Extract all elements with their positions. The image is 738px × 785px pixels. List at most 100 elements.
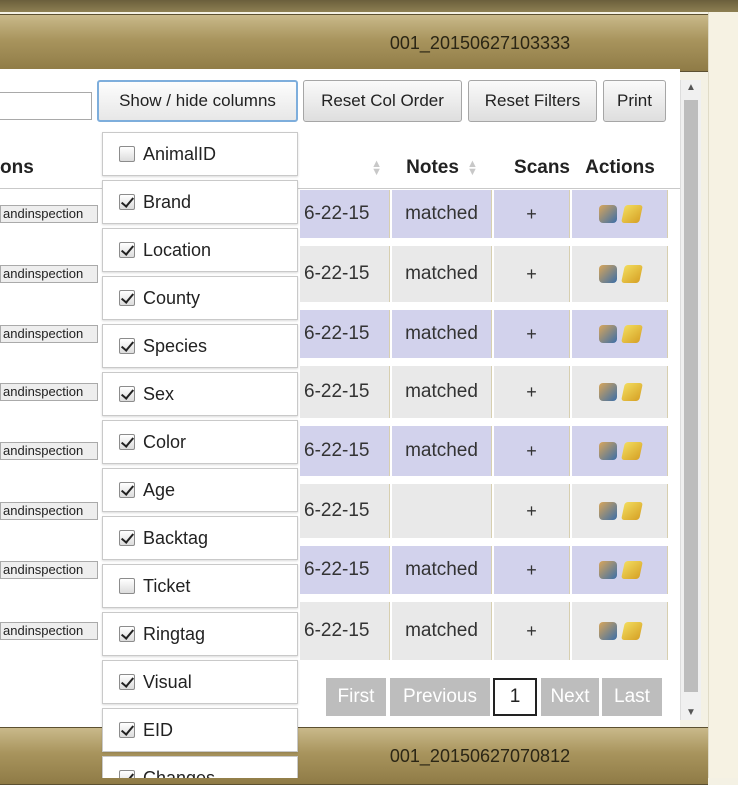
pagination-first[interactable]: First — [326, 678, 386, 716]
column-toggle-color[interactable]: Color — [102, 420, 298, 464]
checkbox-icon[interactable] — [119, 386, 135, 402]
inspection-tag[interactable]: andinspection — [0, 502, 98, 520]
edit-record-icon[interactable] — [620, 265, 643, 283]
inspection-tag[interactable]: andinspection — [0, 265, 98, 283]
checkbox-icon[interactable] — [119, 722, 135, 738]
column-header-actions[interactable]: Actions — [572, 148, 668, 188]
checkbox-icon[interactable] — [119, 434, 135, 450]
column-header-inspections[interactable]: ons — [0, 148, 60, 188]
view-record-icon[interactable] — [598, 325, 617, 343]
column-toggle-label: Backtag — [143, 527, 209, 548]
checkbox-icon[interactable] — [119, 626, 135, 642]
vertical-scrollbar[interactable]: ▲ ▼ — [680, 80, 701, 720]
column-toggle-label: Age — [143, 479, 176, 500]
scroll-up-icon[interactable]: ▲ — [686, 82, 696, 93]
column-toggle-changes[interactable]: Changes — [102, 756, 298, 778]
page-gutter — [708, 12, 738, 778]
column-toggle-brand[interactable]: Brand — [102, 180, 298, 224]
column-toggle-county[interactable]: County — [102, 276, 298, 320]
edit-record-icon[interactable] — [620, 502, 643, 520]
checkbox-icon[interactable] — [119, 242, 135, 258]
column-toggle-animalid[interactable]: AnimalID — [102, 132, 298, 176]
checkbox-icon[interactable] — [119, 674, 135, 690]
pagination-next[interactable]: Next — [541, 678, 599, 716]
search-input[interactable] — [0, 92, 92, 120]
pagination-last[interactable]: Last — [602, 678, 662, 716]
column-header-scans[interactable]: Scans — [494, 148, 570, 188]
pagination-previous[interactable]: Previous — [390, 678, 490, 716]
column-toggle-label: Ticket — [143, 575, 191, 596]
view-record-icon[interactable] — [598, 502, 617, 520]
add-scan-button[interactable]: + — [494, 246, 570, 302]
column-toggle-sex[interactable]: Sex — [102, 372, 298, 416]
checkbox-icon[interactable] — [119, 338, 135, 354]
column-toggle-ringtag[interactable]: Ringtag — [102, 612, 298, 656]
view-record-icon[interactable] — [598, 442, 617, 460]
actions-cell — [572, 310, 668, 358]
notes-cell: matched — [392, 190, 492, 238]
add-scan-button[interactable]: + — [494, 190, 570, 238]
checkbox-icon[interactable] — [119, 770, 135, 778]
actions-cell — [572, 484, 668, 538]
inspection-tag[interactable]: andinspection — [0, 622, 98, 640]
reset-filters-button[interactable]: Reset Filters — [468, 80, 597, 122]
scroll-down-icon[interactable]: ▼ — [686, 707, 696, 718]
inspection-tag[interactable]: andinspection — [0, 205, 98, 223]
scrollbar-thumb[interactable] — [684, 100, 698, 692]
inspection-tag[interactable]: andinspection — [0, 561, 98, 579]
column-toggle-label: Color — [143, 431, 187, 452]
add-scan-button[interactable]: + — [494, 310, 570, 358]
date-cell: 6-22-15 — [300, 310, 390, 358]
add-scan-button[interactable]: + — [494, 484, 570, 538]
pagination-current-page[interactable]: 1 — [493, 678, 537, 716]
column-toggle-visual[interactable]: Visual — [102, 660, 298, 704]
add-scan-button[interactable]: + — [494, 546, 570, 594]
add-scan-button[interactable]: + — [494, 366, 570, 418]
edit-record-icon[interactable] — [620, 325, 643, 343]
print-button[interactable]: Print — [603, 80, 666, 122]
edit-record-icon[interactable] — [620, 383, 643, 401]
date-cell: 6-22-15 — [300, 484, 390, 538]
add-scan-button[interactable]: + — [494, 426, 570, 476]
column-toggle-label: EID — [143, 719, 174, 740]
column-toggle-location[interactable]: Location — [102, 228, 298, 272]
notes-cell: matched — [392, 426, 492, 476]
inspection-tag[interactable]: andinspection — [0, 383, 98, 401]
view-record-icon[interactable] — [598, 622, 617, 640]
column-toggle-backtag[interactable]: Backtag — [102, 516, 298, 560]
view-record-icon[interactable] — [598, 383, 617, 401]
actions-cell — [572, 602, 668, 660]
column-toggle-species[interactable]: Species — [102, 324, 298, 368]
column-toggle-eid[interactable]: EID — [102, 708, 298, 752]
date-cell: 6-22-15 — [300, 426, 390, 476]
edit-record-icon[interactable] — [620, 442, 643, 460]
add-scan-button[interactable]: + — [494, 602, 570, 660]
checkbox-icon[interactable] — [119, 146, 135, 162]
top-border — [0, 0, 738, 12]
checkbox-icon[interactable] — [119, 578, 135, 594]
record-header[interactable]: 001_20150627103333 — [0, 14, 708, 72]
edit-record-icon[interactable] — [620, 622, 643, 640]
column-header-notes[interactable]: Notes ▲ ▼ — [392, 148, 492, 188]
view-record-icon[interactable] — [598, 205, 617, 223]
notes-cell: matched — [392, 310, 492, 358]
edit-record-icon[interactable] — [620, 561, 643, 579]
column-toggle-label: Ringtag — [143, 623, 206, 644]
show-hide-columns-button[interactable]: Show / hide columns — [97, 80, 298, 122]
date-cell: 6-22-15 — [300, 366, 390, 418]
view-record-icon[interactable] — [598, 265, 617, 283]
view-record-icon[interactable] — [598, 561, 617, 579]
column-header-date[interactable]: ▲ ▼ — [300, 148, 390, 188]
actions-cell — [572, 246, 668, 302]
reset-col-order-button[interactable]: Reset Col Order — [303, 80, 462, 122]
checkbox-icon[interactable] — [119, 290, 135, 306]
notes-cell: matched — [392, 246, 492, 302]
inspection-tag[interactable]: andinspection — [0, 325, 98, 343]
checkbox-icon[interactable] — [119, 194, 135, 210]
edit-record-icon[interactable] — [620, 205, 643, 223]
column-toggle-age[interactable]: Age — [102, 468, 298, 512]
checkbox-icon[interactable] — [119, 530, 135, 546]
inspection-tag[interactable]: andinspection — [0, 442, 98, 460]
checkbox-icon[interactable] — [119, 482, 135, 498]
column-toggle-ticket[interactable]: Ticket — [102, 564, 298, 608]
